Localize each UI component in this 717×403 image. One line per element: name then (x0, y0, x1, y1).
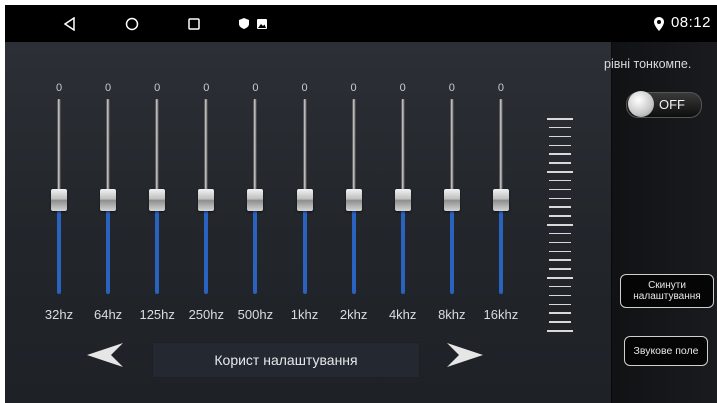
scale-tick (549, 241, 571, 244)
band-slider[interactable]: 0 8khz (432, 82, 472, 327)
band-label: 250hz (188, 307, 224, 322)
slider-knob[interactable] (51, 189, 67, 211)
toggle-knob (628, 91, 654, 117)
location-icon (653, 5, 665, 42)
recents-icon (188, 17, 200, 30)
band-label: 125hz (139, 307, 175, 322)
band-value: 0 (301, 82, 308, 94)
band-slider[interactable]: 0 4khz (383, 82, 423, 327)
slider-fill (204, 204, 209, 294)
slider-knob[interactable] (100, 189, 117, 211)
band-label: 32hz (44, 307, 74, 322)
band-slider[interactable]: 0 64hz (88, 82, 128, 327)
scale-tick (549, 179, 571, 182)
band-label: 64hz (93, 307, 123, 322)
scale-tick (549, 294, 571, 297)
scale-tick (549, 303, 571, 305)
next-preset-button[interactable] (445, 341, 485, 369)
slider-knob[interactable] (394, 189, 411, 211)
back-button[interactable] (59, 5, 81, 42)
slider-fill (498, 204, 503, 294)
band-slider[interactable]: 0 500hz (235, 82, 275, 327)
slider-fill (449, 204, 454, 294)
slider-fill (400, 204, 405, 294)
band-slider[interactable]: 0 125hz (137, 82, 177, 327)
scale-tick (549, 188, 571, 191)
scale-tick (549, 250, 571, 252)
slider-fill (57, 204, 61, 294)
clock: 08:12 (670, 14, 711, 31)
loudness-title: рівні тонкомпе. (604, 57, 692, 71)
scale-tick (549, 285, 571, 288)
slider-fill (155, 204, 160, 294)
slider-knob[interactable] (296, 189, 313, 211)
scale-tick (549, 153, 571, 155)
slider-knob[interactable] (198, 189, 215, 211)
band-value: 0 (154, 82, 161, 94)
band-value: 0 (105, 82, 112, 94)
slider-fill (302, 204, 307, 294)
scale-tick (549, 162, 571, 164)
scale-tick (547, 171, 573, 173)
recents-button[interactable] (183, 5, 205, 42)
band-value: 0 (55, 82, 63, 94)
slider-knob[interactable] (345, 189, 362, 211)
band-value: 0 (203, 82, 210, 94)
band-value: 0 (252, 82, 259, 94)
slider-knob[interactable] (247, 189, 264, 211)
band-slider[interactable]: 0 1khz (285, 82, 325, 327)
scale-tick (547, 330, 573, 332)
slider-fill (253, 204, 258, 294)
slider-knob[interactable] (492, 189, 509, 211)
home-icon (125, 17, 139, 30)
band-label: 4khz (388, 307, 417, 322)
scale-tick (549, 197, 571, 199)
toggle-label: OFF (659, 97, 685, 112)
scale-tick (549, 312, 571, 314)
band-value: 0 (448, 82, 455, 94)
band-label: 1khz (290, 307, 319, 322)
slider-knob[interactable] (149, 189, 166, 211)
sound-field-button[interactable]: Звукове поле (624, 336, 708, 366)
slider-knob[interactable] (443, 189, 460, 211)
scale-tick (549, 215, 571, 217)
band-slider[interactable]: 0 250hz (186, 82, 226, 327)
back-icon (63, 16, 75, 31)
scale-tick (549, 144, 571, 146)
scale-tick (547, 224, 573, 226)
level-scale (545, 118, 577, 332)
band-slider[interactable]: 0 16khz (481, 82, 521, 327)
band-label: 500hz (237, 307, 274, 322)
slider-fill (106, 204, 111, 294)
scale-tick (549, 268, 571, 270)
band-label: 2khz (339, 307, 368, 322)
scale-tick (547, 118, 573, 120)
band-label: 8khz (438, 307, 466, 322)
equalizer-panel: 0 32hz 0 64hz 0 125hz 0 250hz 0 500hz 0 1khz 0 2khz 0 4… (5, 42, 611, 403)
band-slider[interactable]: 0 32hz (39, 82, 79, 327)
scale-tick (549, 259, 571, 261)
band-value: 0 (350, 82, 357, 94)
scale-tick (549, 206, 571, 208)
band-slider[interactable]: 0 2khz (334, 82, 374, 327)
loudness-toggle[interactable]: OFF (626, 91, 702, 118)
status-bar: 08:12 (5, 5, 717, 42)
band-value: 0 (399, 82, 406, 94)
scale-tick (549, 321, 571, 323)
band-value: 0 (497, 82, 504, 94)
scale-tick (549, 135, 571, 138)
scale-tick (549, 126, 571, 129)
shield-icon (237, 5, 251, 42)
preset-name: Корист налаштування (152, 342, 420, 378)
gallery-icon (255, 5, 269, 42)
prev-preset-button[interactable] (85, 341, 125, 369)
scale-tick (547, 277, 573, 279)
home-button[interactable] (121, 5, 143, 42)
reset-settings-button[interactable]: Скинути налаштування (620, 274, 714, 308)
band-label: 16khz (483, 307, 519, 322)
scale-tick (549, 232, 571, 235)
slider-fill (351, 204, 356, 294)
